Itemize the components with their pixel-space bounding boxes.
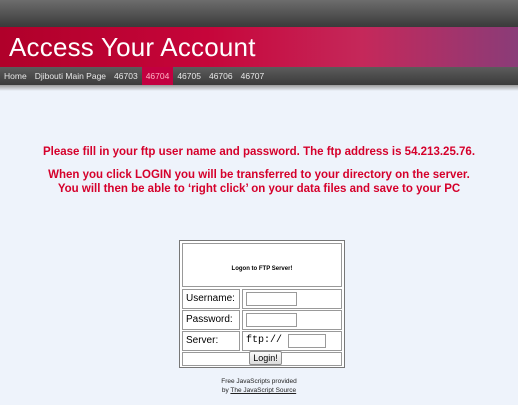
password-input[interactable]	[246, 313, 297, 327]
nav-item-46705[interactable]: 46705	[173, 67, 205, 85]
instruction-line-3: You will then be able to ‘right click’ o…	[57, 183, 461, 195]
nav-item-46707[interactable]: 46707	[237, 67, 269, 85]
username-label-cell: Username:	[182, 289, 240, 309]
javascript-source-link[interactable]: The JavaScript Source	[230, 387, 296, 394]
footer-by: by	[221, 387, 229, 394]
login-button-cell: Login!	[182, 351, 342, 366]
nav-item-djibouti-main-page[interactable]: Djibouti Main Page	[31, 67, 110, 85]
instruction-line-1: Please fill in your ftp user name and pa…	[42, 146, 476, 158]
nav-item-46704[interactable]: 46704	[141, 67, 174, 85]
server-input-cell: ftp://	[242, 331, 342, 351]
password-label: Password:	[186, 314, 233, 325]
login-heading-cell: Logon to FTP Server!	[182, 243, 342, 287]
username-input-cell	[242, 289, 342, 309]
server-label: Server:	[186, 335, 219, 346]
footer-credit-line-2: by The JavaScript Source	[0, 387, 518, 394]
password-label-cell: Password:	[182, 310, 240, 330]
login-button[interactable]: Login!	[249, 351, 282, 365]
footer-credit: Free JavaScripts provided	[221, 378, 297, 385]
instruction-line-2: When you click LOGIN you will be transfe…	[48, 169, 470, 181]
header-banner: Access Your Account	[0, 27, 518, 67]
page-title: Access Your Account	[9, 32, 256, 62]
nav-shadow	[0, 85, 518, 91]
server-prefix: ftp://	[246, 335, 283, 346]
top-bar	[0, 0, 518, 27]
username-input[interactable]	[246, 292, 297, 306]
server-label-cell: Server:	[182, 331, 240, 351]
username-label: Username:	[186, 293, 235, 304]
nav-item-46703[interactable]: 46703	[110, 67, 142, 85]
nav-bar: Home Djibouti Main Page 46703 46704 4670…	[0, 67, 518, 85]
login-form: Logon to FTP Server! Username: Password:…	[179, 240, 345, 368]
login-heading: Logon to FTP Server!	[231, 266, 293, 272]
nav-item-home[interactable]: Home	[0, 67, 31, 85]
server-input[interactable]	[288, 334, 326, 348]
password-input-cell	[242, 310, 342, 330]
nav-item-46706[interactable]: 46706	[205, 67, 237, 85]
